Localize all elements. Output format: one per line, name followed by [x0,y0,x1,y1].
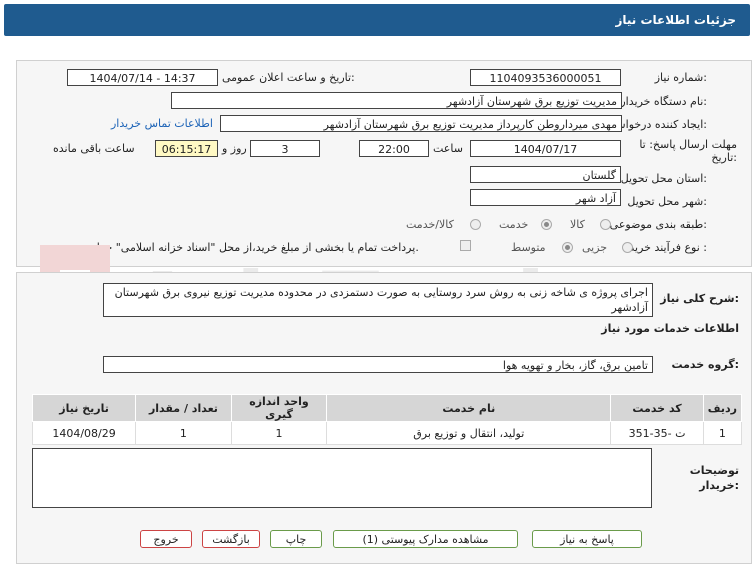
purchase-radio-small[interactable] [622,242,633,253]
category-option-service: خدمت [499,218,529,231]
category-radio-goods-service[interactable] [470,219,481,230]
category-option-goods-service: کالا/خدمت [406,218,454,231]
purchase-radio-medium[interactable] [562,242,573,253]
buyer-notes-field[interactable] [32,448,652,508]
category-radio-service[interactable] [541,219,552,230]
col-row-number: ردیف [702,394,743,422]
days-field[interactable]: 3 [250,140,320,157]
attachments-button[interactable]: مشاهده مدارک پیوستی (1) [333,530,518,548]
back-button[interactable]: بازگشت [202,530,260,548]
col-unit: واحد اندازه گیری [230,394,328,422]
announce-field[interactable]: 1404/07/14 - 14:37 [67,69,218,86]
title-bar: جزئیات اطلاعات نیاز [4,4,750,36]
province-field[interactable]: گلستان [470,166,621,183]
city-field[interactable]: آزاد شهر [470,189,621,206]
deadline-date-field[interactable]: 1404/07/17 [470,140,621,157]
buyer-notes-label: توضیحات خریدار: [689,464,739,492]
need-desc-label: شرح کلی نیاز: [660,292,739,305]
print-button[interactable]: چاپ [270,530,322,548]
cell-quantity: 1 [135,421,232,445]
remaining-time-field: 06:15:17 [155,140,218,157]
purchase-option-medium: متوسط [511,241,546,254]
cell-service-name: تولید، انتقال و توزیع برق [326,421,612,445]
page-title: جزئیات اطلاعات نیاز [615,13,736,27]
buyer-org-label: نام دستگاه خریدار: [620,95,707,108]
announce-label: تاریخ و ساعت اعلان عمومی: [222,71,355,84]
services-table: ردیف کد خدمت نام خدمت واحد اندازه گیری ت… [31,394,743,445]
cell-need-date: 1404/08/29 [31,421,137,445]
buyer-contact-link[interactable]: اطلاعات تماس خریدار [111,117,213,130]
cell-service-code: ت -35-351 [610,421,704,445]
buyer-org-field[interactable]: مدیریت توزیع برق شهرستان آزادشهر [171,92,622,109]
table-row: 1 ت -35-351 تولید، انتقال و توزیع برق 1 … [31,421,743,445]
province-label: استان محل تحویل: [620,172,707,185]
services-header: اطلاعات خدمات مورد نیاز [601,322,739,335]
need-desc-field[interactable]: اجرای پروژه ی شاخه زنی به روش سرد روستای… [103,283,653,317]
col-service-code: کد خدمت [610,394,704,422]
service-group-label: گروه خدمت: [671,358,739,371]
deadline-label: مهلت ارسال پاسخ: تا تاریخ: [639,138,737,164]
col-quantity: تعداد / مقدار [135,394,232,422]
need-number-field[interactable]: 1104093536000051 [470,69,621,86]
purchase-option-small: جزیی [582,241,608,254]
deadline-time-field[interactable]: 22:00 [359,140,429,157]
days-label: روز و [222,142,247,155]
category-label: طبقه بندی موضوعی: [609,218,707,231]
reply-button[interactable]: پاسخ به نیاز [532,530,642,548]
cell-row-number: 1 [702,421,743,445]
payment-note: پرداخت تمام یا بخشی از مبلغ خرید،از محل … [68,241,419,254]
purchase-type-label: نوع فرآیند خرید : [629,241,707,254]
col-service-name: نام خدمت [326,394,612,422]
table-header-row: ردیف کد خدمت نام خدمت واحد اندازه گیری ت… [31,394,743,422]
col-need-date: تاریخ نیاز [31,394,137,422]
need-number-label: شماره نیاز: [654,71,707,84]
city-label: شهر محل تحویل: [627,195,707,208]
remaining-label: ساعت باقی مانده [53,142,135,155]
category-option-goods: کالا [570,218,585,231]
creator-field[interactable]: مهدی میرداروطن کارپرداز مدیریت توزیع برق… [220,115,622,132]
treasury-checkbox[interactable] [460,240,471,251]
service-group-field[interactable]: تامین برق، گاز، بخار و تهویه هوا [103,356,653,373]
cell-unit: 1 [230,421,328,445]
exit-button[interactable]: خروج [140,530,192,548]
deadline-time-label: ساعت [433,142,463,155]
category-radio-goods[interactable] [600,219,611,230]
